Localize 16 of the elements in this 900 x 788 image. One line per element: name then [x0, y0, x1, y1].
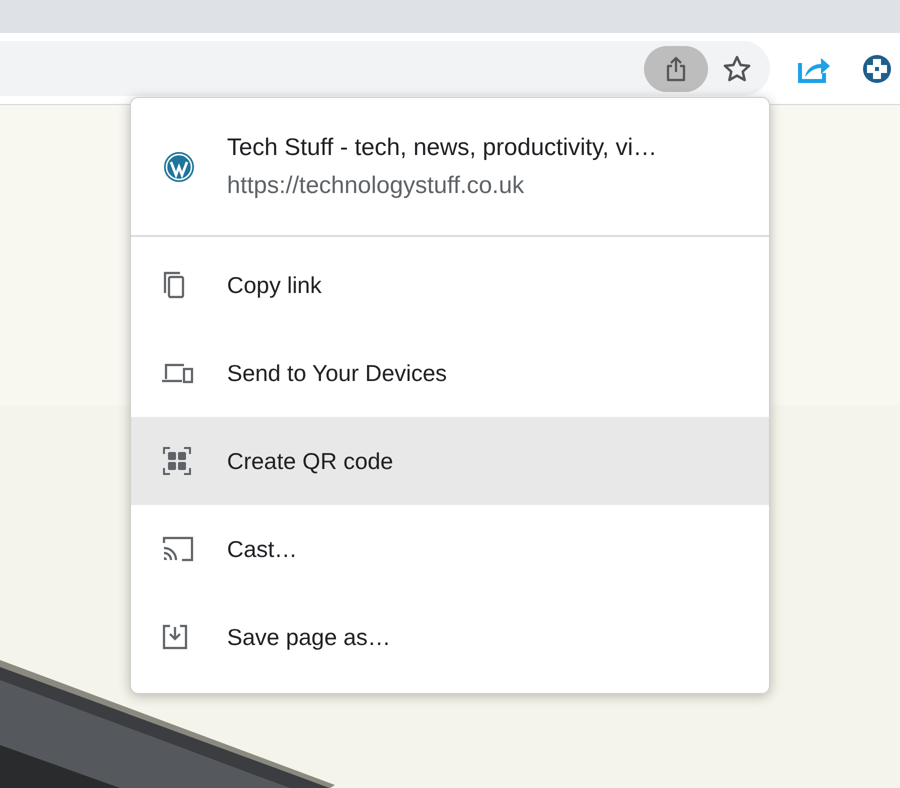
menu-item[interactable]: Send to Your Devices [131, 329, 769, 417]
menu-item[interactable]: Create QR code [131, 417, 769, 505]
page-title: Tech Stuff - tech, news, productivity, vi… [227, 134, 657, 162]
qr-code-icon [162, 446, 192, 476]
cast-icon [162, 536, 194, 562]
wordpress-logo-icon [163, 150, 195, 182]
star-icon[interactable] [722, 54, 752, 84]
menu-item[interactable]: Cast… [131, 505, 769, 593]
download-icon [162, 624, 188, 650]
share-icon [665, 56, 687, 82]
plus-circle-icon[interactable] [862, 54, 892, 84]
page-url: https://technologystuff.co.uk [227, 172, 526, 200]
devices-icon [162, 361, 194, 385]
menu-item[interactable]: Save page as… [131, 593, 769, 681]
share-button[interactable] [644, 46, 708, 92]
menu-item[interactable]: Copy link [131, 241, 769, 329]
